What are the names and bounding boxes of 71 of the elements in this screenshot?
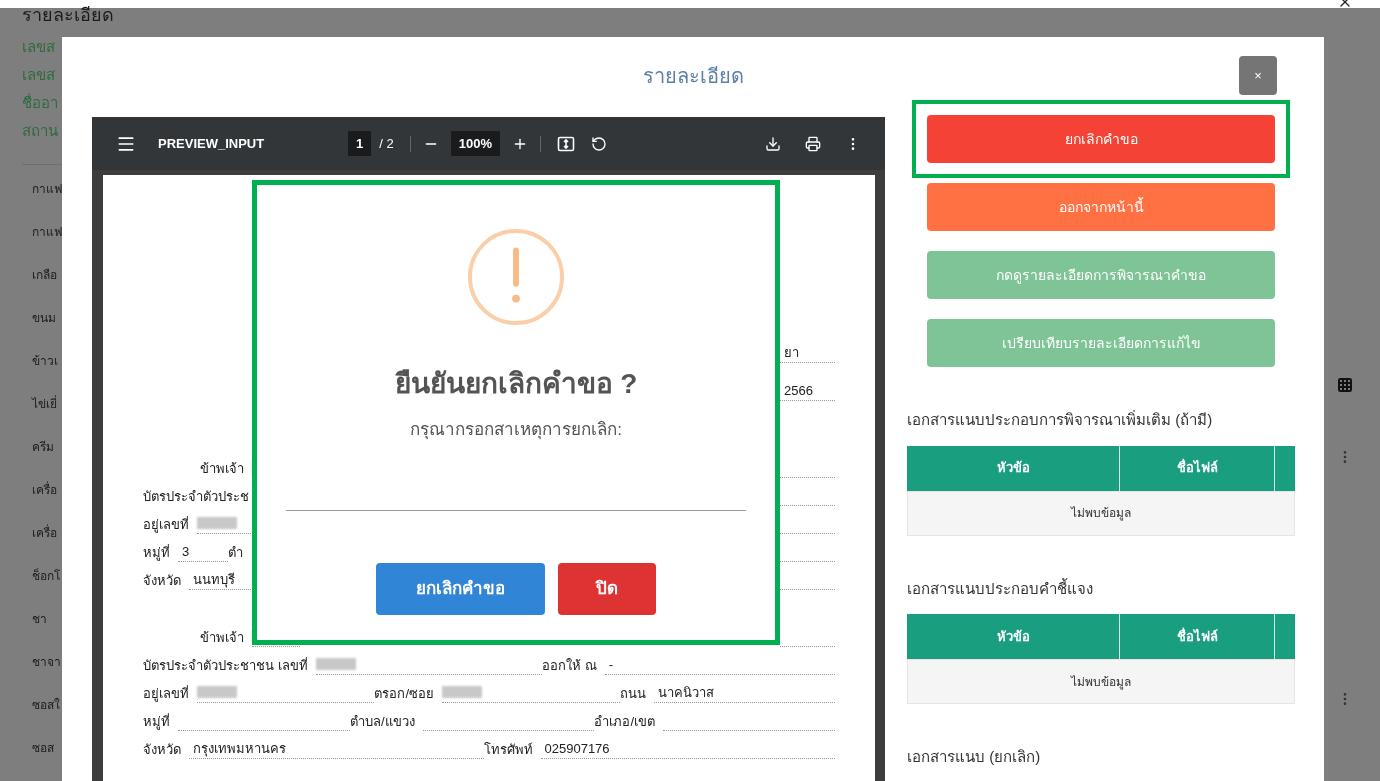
zoom-field[interactable]: 100% bbox=[450, 130, 500, 157]
form-label: ข้าพเจ้า bbox=[200, 628, 245, 647]
page-count: / 2 bbox=[379, 134, 394, 153]
list-item[interactable]: ซอสใ bbox=[32, 695, 60, 738]
page-title: รายละเอียด bbox=[22, 8, 114, 22]
list-item[interactable]: ช็อกโ bbox=[32, 566, 60, 609]
list-item[interactable]: ชาจา bbox=[32, 652, 61, 695]
close-button[interactable]: × bbox=[1239, 56, 1277, 95]
form-label: ข้าพเจ้า bbox=[200, 459, 245, 478]
action-button[interactable]: ออกจากหน้านี้ bbox=[927, 183, 1275, 231]
list-item[interactable]: เครื่อ bbox=[32, 480, 57, 523]
download-icon[interactable] bbox=[765, 135, 781, 152]
form-value: นนทบุรี bbox=[189, 569, 251, 590]
info-line: สถาน bbox=[22, 121, 58, 141]
form-label: ออกให้ ณ bbox=[542, 656, 598, 675]
fit-page-icon[interactable] bbox=[556, 134, 575, 153]
section-title: เอกสารแนบ (ยกเลิก) bbox=[907, 747, 1042, 767]
list-item[interactable]: เครื่อ bbox=[32, 523, 57, 566]
action-button[interactable]: ยกเลิกคำขอ bbox=[927, 115, 1275, 163]
list-item[interactable]: ขนม bbox=[32, 308, 56, 351]
form-label: อยู่เลขที่ bbox=[143, 515, 190, 534]
form-label: หมู่ที่ bbox=[143, 543, 171, 562]
file-name: PREVIEW_INPUT bbox=[158, 134, 266, 153]
warning-icon bbox=[467, 228, 565, 326]
rotate-icon[interactable] bbox=[590, 135, 607, 152]
info-line: ชื่ออา bbox=[22, 92, 58, 113]
redacted-block bbox=[315, 658, 356, 670]
list-item[interactable]: ครีม bbox=[32, 437, 54, 480]
list-item[interactable]: ซอส bbox=[32, 738, 54, 781]
form-label: โทรศัพท์ bbox=[483, 740, 534, 759]
form-label: ตำ bbox=[227, 543, 244, 562]
form-label: อำเภอ/เขต bbox=[594, 712, 657, 731]
form-label: หมู่ที่ bbox=[143, 712, 171, 731]
form-label: ตำบล/แขวง bbox=[349, 712, 416, 731]
form-label: บัตรประจำตัวประช bbox=[143, 487, 250, 506]
form-value: นาคนิวาส bbox=[653, 682, 835, 703]
print-icon[interactable] bbox=[805, 135, 821, 152]
form-label: จังหวัด bbox=[143, 571, 182, 590]
form-label: จังหวัด bbox=[143, 740, 182, 759]
list-item[interactable]: ไข่เยี่ bbox=[32, 394, 57, 437]
form-value: กรุงเทพมหานคร bbox=[189, 738, 484, 759]
list-item[interactable]: ข้าวเ bbox=[32, 351, 58, 394]
form-value: - bbox=[604, 654, 835, 675]
form-label: ตรอก/ซอย bbox=[374, 684, 436, 703]
list-item[interactable]: กาแฟ bbox=[32, 179, 62, 222]
dialog-message: กรุณากรอกสาเหตุการยกเลิก: bbox=[410, 419, 622, 442]
column-header: หัวข้อ bbox=[907, 445, 1120, 491]
redacted-block bbox=[197, 517, 237, 529]
modal-title: รายละเอียด bbox=[642, 64, 744, 89]
form-label: ถนน bbox=[619, 684, 647, 703]
section-title: เอกสารแนบประกอบการพิจารณาเพิ่มเติม (ถ้ามี) bbox=[907, 409, 1214, 430]
dialog-button[interactable]: ยกเลิกคำขอ bbox=[376, 562, 545, 615]
column-header: ชื่อไฟล์ bbox=[1120, 445, 1275, 491]
list-item[interactable]: เกลือ bbox=[32, 265, 57, 308]
section-title: เอกสารแนบประกอบคำชี้แจง bbox=[907, 577, 1094, 599]
info-line: เลขส bbox=[22, 65, 55, 85]
form-value: 3 bbox=[178, 541, 228, 562]
grid-icon[interactable] bbox=[1337, 377, 1353, 393]
form-value: 025907176 bbox=[540, 738, 835, 759]
dialog-title: ยืนยันยกเลิกคำขอ ? bbox=[394, 367, 638, 401]
info-line: เลขส bbox=[22, 37, 55, 57]
empty-table-message: ไม่พบข้อมูล bbox=[907, 490, 1295, 536]
page-number-field[interactable]: 1 bbox=[348, 130, 372, 157]
empty-table-message: ไม่พบข้อมูล bbox=[907, 659, 1295, 704]
redacted-block bbox=[442, 686, 483, 698]
form-label: บัตรประจำตัวประชาชน เลขที่ bbox=[143, 656, 309, 675]
dialog-button[interactable]: ปิด bbox=[558, 562, 656, 615]
list-item[interactable]: กาแฟ bbox=[32, 222, 62, 265]
form-label: อยู่เลขที่ bbox=[143, 684, 190, 703]
redacted-block bbox=[197, 686, 237, 698]
list-item[interactable]: ชา bbox=[32, 609, 47, 652]
